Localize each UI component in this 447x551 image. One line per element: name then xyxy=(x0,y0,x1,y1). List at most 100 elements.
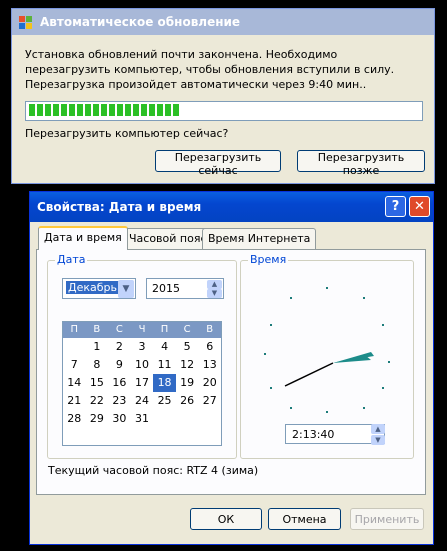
restart-now-button[interactable]: Перезагрузить сейчас xyxy=(155,150,281,177)
calendar-day[interactable]: 16 xyxy=(108,374,131,392)
time-groupbox: Время 2:13:40 ▲ ▼ xyxy=(240,253,414,459)
year-value: 2015 xyxy=(152,282,180,295)
timezone-text: Текущий часовой пояс: RTZ 4 (зима) xyxy=(48,464,259,477)
datetime-title: Свойства: Дата и время xyxy=(37,200,202,214)
calendar-day[interactable]: 20 xyxy=(198,374,221,392)
progress-segment xyxy=(45,104,51,116)
spin-down-icon[interactable]: ▼ xyxy=(207,289,222,298)
calendar-day[interactable]: 24 xyxy=(131,392,154,410)
calendar-days-grid: 1 2 3 4 5 6 7 8 9 10 11 12 13 14 15 16 17 18 19 20 21 22 23 24 2… xyxy=(63,338,221,428)
calendar-day[interactable]: 29 xyxy=(86,410,109,428)
restart-later-button[interactable]: Перезагрузить позже xyxy=(297,150,425,177)
calendar-day[interactable]: 3 xyxy=(131,338,154,356)
auto-update-titlebar[interactable]: Автоматическое обновление xyxy=(12,9,434,35)
cancel-button[interactable]: Отмена xyxy=(268,508,341,530)
calendar-day[interactable]: 5 xyxy=(176,338,199,356)
progress-segment xyxy=(157,104,163,116)
calendar-weekday: В xyxy=(93,324,101,335)
calendar-weekday: В xyxy=(206,324,214,335)
calendar-day[interactable]: 11 xyxy=(153,356,176,374)
analog-clock xyxy=(264,287,390,413)
time-spinner[interactable]: 2:13:40 xyxy=(285,424,385,444)
progress-segment xyxy=(29,104,35,116)
progress-segment xyxy=(133,104,139,116)
ok-button[interactable]: ОК xyxy=(190,508,262,530)
tab-time-zone[interactable]: Часовой пояс xyxy=(123,228,213,249)
progress-segment xyxy=(77,104,83,116)
calendar-day[interactable]: 12 xyxy=(176,356,199,374)
datetime-properties-window: Свойства: Дата и время ? ✕ Дата и время … xyxy=(29,191,434,545)
calendar-day[interactable]: 13 xyxy=(198,356,221,374)
progress-segment xyxy=(125,104,131,116)
calendar-weekday: С xyxy=(115,324,123,335)
calendar-empty-cell xyxy=(63,338,86,356)
calendar-day[interactable]: 1 xyxy=(86,338,109,356)
clock-minute-hand xyxy=(333,355,371,363)
update-message: Установка обновлений почти закончена. Не… xyxy=(25,48,395,91)
month-select[interactable]: Декабрь ▼ xyxy=(62,278,136,299)
progress-segment xyxy=(109,104,115,116)
spin-up-icon[interactable]: ▲ xyxy=(207,280,222,289)
calendar-day[interactable]: 4 xyxy=(153,338,176,356)
month-value: Декабрь xyxy=(66,281,119,294)
progress-segment xyxy=(101,104,107,116)
calendar-day[interactable]: 17 xyxy=(131,374,154,392)
windows-update-icon xyxy=(19,16,32,29)
calendar-day[interactable]: 22 xyxy=(86,392,109,410)
calendar-day[interactable]: 27 xyxy=(198,392,221,410)
time-down-icon[interactable]: ▼ xyxy=(371,435,385,445)
calendar-weekday: С xyxy=(183,324,191,335)
calendar-weekday: П xyxy=(160,324,169,335)
auto-update-dialog: Автоматическое обновление Установка обно… xyxy=(11,8,435,184)
calendar-day[interactable]: 31 xyxy=(131,410,154,428)
chevron-down-icon[interactable]: ▼ xyxy=(118,280,134,298)
tab-date-time[interactable]: Дата и время xyxy=(38,226,128,250)
calendar-day[interactable]: 6 xyxy=(198,338,221,356)
calendar-day[interactable]: 15 xyxy=(86,374,109,392)
progress-segment xyxy=(173,104,179,116)
date-groupbox: Дата Декабрь ▼ 2015 ▲ ▼ ПВСЧПСВ 12345678… xyxy=(47,253,237,459)
calendar-day[interactable]: 8 xyxy=(86,356,109,374)
calendar-day[interactable]: 19 xyxy=(176,374,199,392)
calendar-day[interactable]: 23 xyxy=(108,392,131,410)
calendar-day[interactable]: 10 xyxy=(131,356,154,374)
clock-hour-marks xyxy=(264,287,390,413)
calendar-day[interactable]: 30 xyxy=(108,410,131,428)
clock-second-hand xyxy=(284,362,334,387)
calendar-weekday: П xyxy=(70,324,79,335)
year-spinner[interactable]: 2015 ▲ ▼ xyxy=(146,278,224,299)
time-group-title: Время xyxy=(248,253,289,266)
help-button[interactable]: ? xyxy=(385,196,406,217)
calendar-weekday-header: ПВСЧПСВ xyxy=(63,322,221,338)
calendar-day[interactable]: 2 xyxy=(108,338,131,356)
calendar-day[interactable]: 21 xyxy=(63,392,86,410)
calendar-empty-cell xyxy=(153,410,176,428)
progress-segment xyxy=(69,104,75,116)
progress-segment xyxy=(141,104,147,116)
restart-question: Перезагрузить компьютер сейчас? xyxy=(25,127,229,140)
calendar-day[interactable]: 25 xyxy=(153,392,176,410)
calendar-weekday: Ч xyxy=(138,324,146,335)
calendar-day[interactable]: 7 xyxy=(63,356,86,374)
auto-update-title: Автоматическое обновление xyxy=(40,15,241,29)
date-group-title: Дата xyxy=(55,253,88,266)
calendar-day[interactable]: 18 xyxy=(153,374,176,392)
datetime-titlebar[interactable]: Свойства: Дата и время xyxy=(30,192,433,222)
progress-segment xyxy=(53,104,59,116)
progress-segment xyxy=(165,104,171,116)
progress-segment xyxy=(61,104,67,116)
month-calendar: ПВСЧПСВ 1 2 3 4 5 6 7 8 9 10 11 12 13 14 15 16 17 18 19 20 2… xyxy=(62,321,222,446)
calendar-empty-cell xyxy=(198,410,221,428)
close-button[interactable]: ✕ xyxy=(409,196,430,217)
calendar-day[interactable]: 26 xyxy=(176,392,199,410)
calendar-empty-cell xyxy=(176,410,199,428)
calendar-day[interactable]: 28 xyxy=(63,410,86,428)
time-up-icon[interactable]: ▲ xyxy=(371,424,385,434)
tab-internet-time[interactable]: Время Интернета xyxy=(202,228,317,249)
calendar-day[interactable]: 14 xyxy=(63,374,86,392)
update-progress-fill xyxy=(29,104,419,116)
apply-button[interactable]: Применить xyxy=(350,508,424,530)
calendar-day[interactable]: 9 xyxy=(108,356,131,374)
update-progress-bar xyxy=(25,101,423,121)
tab-page-date-time: Дата Декабрь ▼ 2015 ▲ ▼ ПВСЧПСВ 12345678… xyxy=(36,249,426,495)
